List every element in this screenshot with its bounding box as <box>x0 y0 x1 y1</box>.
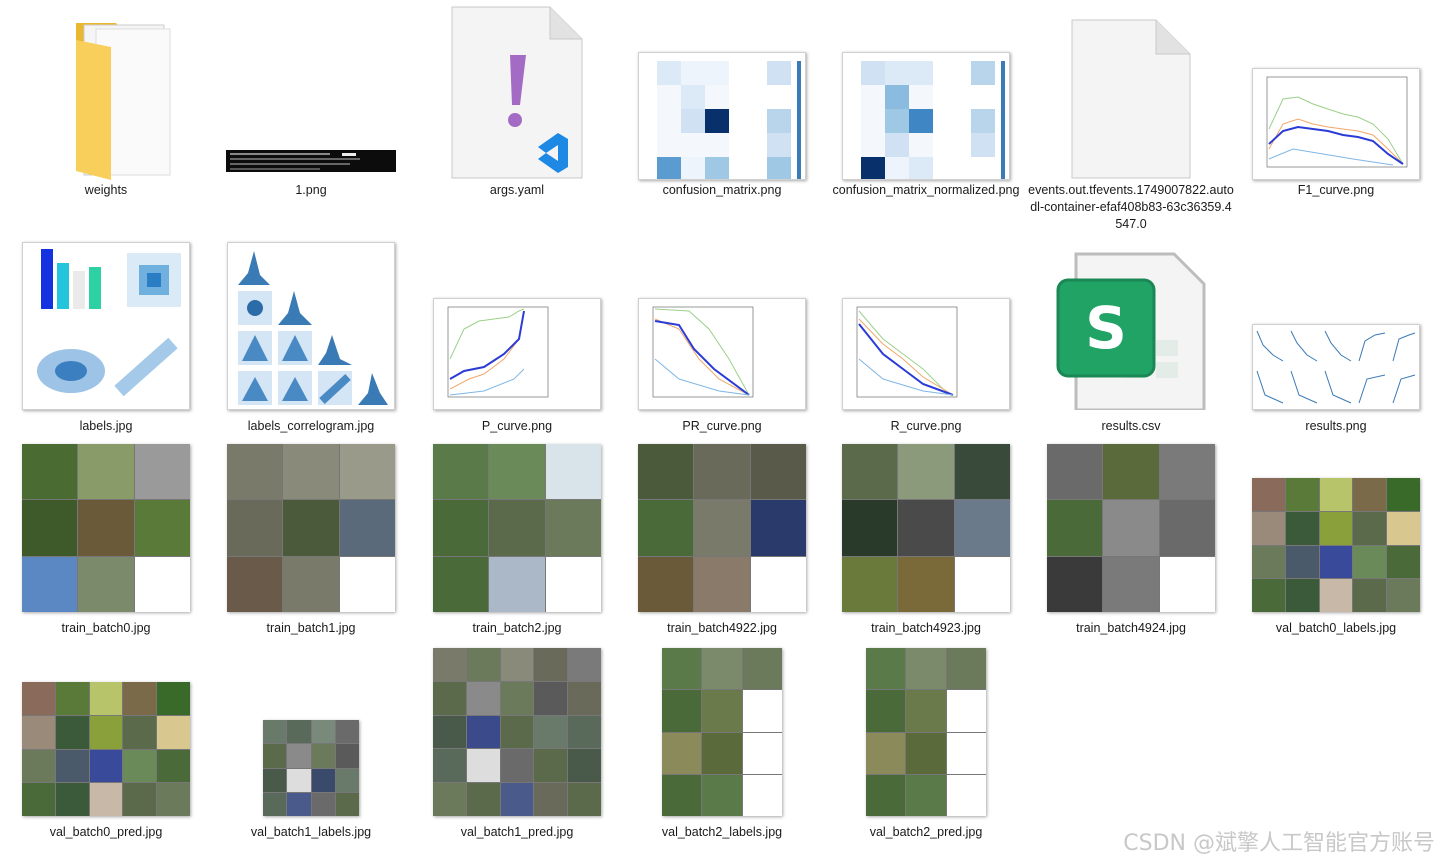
photo-mosaic-icon <box>6 644 206 816</box>
curve-image-icon <box>622 238 822 410</box>
photo-mosaic-icon <box>211 644 411 816</box>
photo-mosaic-icon <box>417 440 617 612</box>
file-name: P_curve.png <box>481 419 553 433</box>
file-name: results.png <box>1305 419 1367 433</box>
file-name: labels.jpg <box>79 419 133 433</box>
file-name: val_batch2_pred.jpg <box>869 825 983 839</box>
file-name: args.yaml <box>489 183 545 197</box>
file-name: train_batch4923.jpg <box>871 621 981 635</box>
file-name: val_batch0_pred.jpg <box>49 825 163 839</box>
file-name: 1.png <box>295 183 327 197</box>
file-name: val_batch2_labels.jpg <box>661 825 783 839</box>
file-name: R_curve.png <box>890 419 962 433</box>
photo-mosaic-icon <box>6 440 206 612</box>
file-name: val_batch1_pred.jpg <box>460 825 574 839</box>
terminal-image-icon <box>211 8 411 180</box>
file-name: weights <box>84 183 128 197</box>
file-name: train_batch4922.jpg <box>667 621 777 635</box>
file-name: train_batch0.jpg <box>61 621 151 635</box>
file-name: labels_correlogram.jpg <box>247 419 375 433</box>
correlogram-image-icon <box>211 238 411 410</box>
photo-mosaic-icon <box>211 440 411 612</box>
watermark: CSDN @斌擎人工智能官方账号 <box>1123 831 1435 856</box>
curve-image-icon <box>826 238 1026 410</box>
spreadsheet-icon: S <box>1031 238 1231 410</box>
file-name: results.csv <box>1101 419 1161 433</box>
photo-mosaic-icon <box>622 440 822 612</box>
photo-mosaic-icon <box>1031 440 1231 612</box>
file-name: PR_curve.png <box>682 419 762 433</box>
file-name: val_batch0_labels.jpg <box>1275 621 1397 635</box>
labels-image-icon <box>6 238 206 410</box>
photo-mosaic-icon <box>417 644 617 816</box>
file-name: val_batch1_labels.jpg <box>250 825 372 839</box>
yaml-file-icon <box>417 6 617 180</box>
photo-mosaic-icon <box>622 644 822 816</box>
folder-icon <box>6 8 206 180</box>
file-name: confusion_matrix.png <box>662 183 782 197</box>
blank-file-icon <box>1031 8 1231 180</box>
heatmap-image-icon <box>622 8 822 180</box>
file-name: events.out.tfevents.1749007822.autodl-co… <box>1028 183 1234 231</box>
results-plots-icon <box>1236 238 1436 410</box>
svg-text:S: S <box>1085 294 1127 362</box>
heatmap-image-icon <box>826 8 1026 180</box>
photo-mosaic-icon <box>1236 440 1436 612</box>
file-name: train_batch2.jpg <box>472 621 562 635</box>
file-name: confusion_matrix_normalized.png <box>832 183 1020 197</box>
photo-mosaic-icon <box>826 440 1026 612</box>
file-name: train_batch4924.jpg <box>1076 621 1186 635</box>
file-name: train_batch1.jpg <box>266 621 356 635</box>
file-name: F1_curve.png <box>1297 183 1375 197</box>
curve-image-icon <box>1236 8 1436 180</box>
curve-image-icon <box>417 238 617 410</box>
photo-mosaic-icon <box>826 644 1026 816</box>
